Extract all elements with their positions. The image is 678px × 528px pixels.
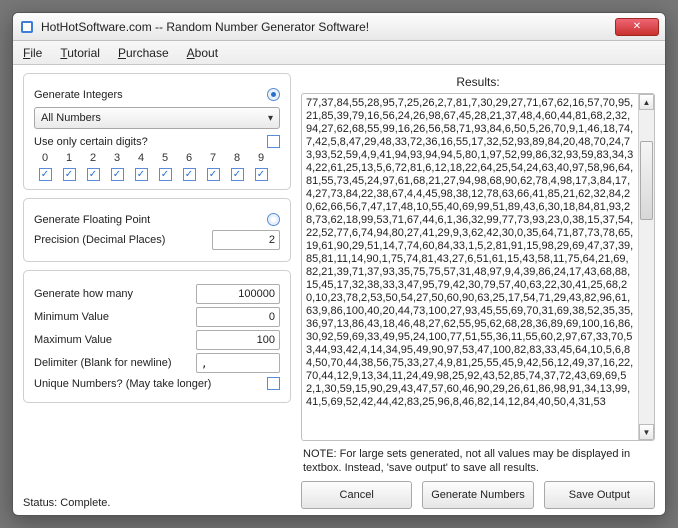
digit-label: 6 (178, 152, 200, 164)
group-params: Generate how many 100000 Minimum Value 0… (23, 270, 291, 403)
precision-input[interactable]: 2 (212, 230, 280, 250)
window-title: HotHotSoftware.com -- Random Number Gene… (41, 20, 369, 34)
combo-mode[interactable]: All Numbers ▾ (34, 107, 280, 129)
digits-checkboxes (34, 168, 280, 181)
use-digits-label: Use only certain digits? (34, 136, 148, 148)
close-icon: ✕ (633, 21, 641, 32)
digit-label: 2 (82, 152, 104, 164)
delimiter-input[interactable]: , (196, 353, 280, 373)
scroll-down-button[interactable]: ▼ (639, 424, 654, 440)
scroll-thumb[interactable] (640, 141, 653, 220)
right-panel: Results: 77,37,84,55,28,95,7,25,26,2,7,8… (301, 73, 655, 509)
menu-tutorial[interactable]: Tutorial (60, 46, 100, 60)
menu-file[interactable]: File (23, 46, 42, 60)
chevron-down-icon: ▾ (268, 113, 273, 124)
menu-purchase[interactable]: Purchase (118, 46, 169, 60)
check-digit-5[interactable] (159, 168, 172, 181)
radio-floating[interactable] (267, 213, 280, 226)
group-floating: Generate Floating Point Precision (Decim… (23, 198, 291, 262)
digit-label: 0 (34, 152, 56, 164)
results-textarea[interactable]: 77,37,84,55,28,95,7,25,26,2,7,81,7,30,29… (302, 94, 638, 440)
max-input[interactable]: 100 (196, 330, 280, 350)
scroll-up-button[interactable]: ▲ (639, 94, 654, 110)
digits-header: 0 1 2 3 4 5 6 7 8 9 (34, 152, 280, 164)
digit-label: 3 (106, 152, 128, 164)
radio-integers[interactable] (267, 88, 280, 101)
how-many-label: Generate how many (34, 288, 133, 300)
how-many-input[interactable]: 100000 (196, 284, 280, 304)
digit-label: 4 (130, 152, 152, 164)
group-integers: Generate Integers All Numbers ▾ Use only… (23, 73, 291, 190)
digit-label: 1 (58, 152, 80, 164)
digit-label: 9 (250, 152, 272, 164)
content-area: Generate Integers All Numbers ▾ Use only… (13, 65, 665, 515)
check-digit-7[interactable] (207, 168, 220, 181)
results-title: Results: (301, 75, 655, 89)
max-label: Maximum Value (34, 334, 112, 346)
max-value: 100 (257, 334, 275, 346)
menubar: File Tutorial Purchase About (13, 41, 665, 65)
digit-label: 5 (154, 152, 176, 164)
save-button[interactable]: Save Output (544, 481, 655, 509)
unique-label: Unique Numbers? (May take longer) (34, 378, 211, 390)
delimiter-value: , (201, 357, 208, 370)
check-digit-6[interactable] (183, 168, 196, 181)
check-unique[interactable] (267, 377, 280, 390)
generate-button-label: Generate Numbers (431, 489, 525, 501)
button-row: Cancel Generate Numbers Save Output (301, 481, 655, 509)
check-digit-8[interactable] (231, 168, 244, 181)
generate-button[interactable]: Generate Numbers (422, 481, 533, 509)
check-digit-2[interactable] (87, 168, 100, 181)
cancel-button[interactable]: Cancel (301, 481, 412, 509)
delimiter-label: Delimiter (Blank for newline) (34, 357, 172, 369)
check-digit-4[interactable] (135, 168, 148, 181)
check-use-digits[interactable] (267, 135, 280, 148)
scroll-track[interactable] (639, 110, 654, 424)
check-digit-0[interactable] (39, 168, 52, 181)
digit-label: 7 (202, 152, 224, 164)
min-value: 0 (269, 311, 275, 323)
cancel-button-label: Cancel (340, 489, 374, 501)
precision-label: Precision (Decimal Places) (34, 234, 165, 246)
results-box: 77,37,84,55,28,95,7,25,26,2,7,81,7,30,29… (301, 93, 655, 441)
combo-mode-value: All Numbers (41, 112, 101, 124)
results-note: NOTE: For large sets generated, not all … (303, 447, 653, 475)
check-digit-1[interactable] (63, 168, 76, 181)
titlebar: HotHotSoftware.com -- Random Number Gene… (13, 13, 665, 41)
save-button-label: Save Output (569, 489, 630, 501)
scrollbar-vertical: ▲ ▼ (638, 94, 654, 440)
precision-value: 2 (269, 234, 275, 246)
menu-about[interactable]: About (187, 46, 218, 60)
app-icon (19, 19, 35, 35)
min-label: Minimum Value (34, 311, 109, 323)
close-button[interactable]: ✕ (615, 18, 659, 36)
how-many-value: 100000 (238, 288, 275, 300)
digit-label: 8 (226, 152, 248, 164)
status-label: Status: Complete. (23, 489, 291, 509)
left-panel: Generate Integers All Numbers ▾ Use only… (23, 73, 291, 509)
integers-title: Generate Integers (34, 89, 123, 101)
check-digit-9[interactable] (255, 168, 268, 181)
min-input[interactable]: 0 (196, 307, 280, 327)
check-digit-3[interactable] (111, 168, 124, 181)
floating-title: Generate Floating Point (34, 214, 150, 226)
app-window: HotHotSoftware.com -- Random Number Gene… (12, 12, 666, 516)
